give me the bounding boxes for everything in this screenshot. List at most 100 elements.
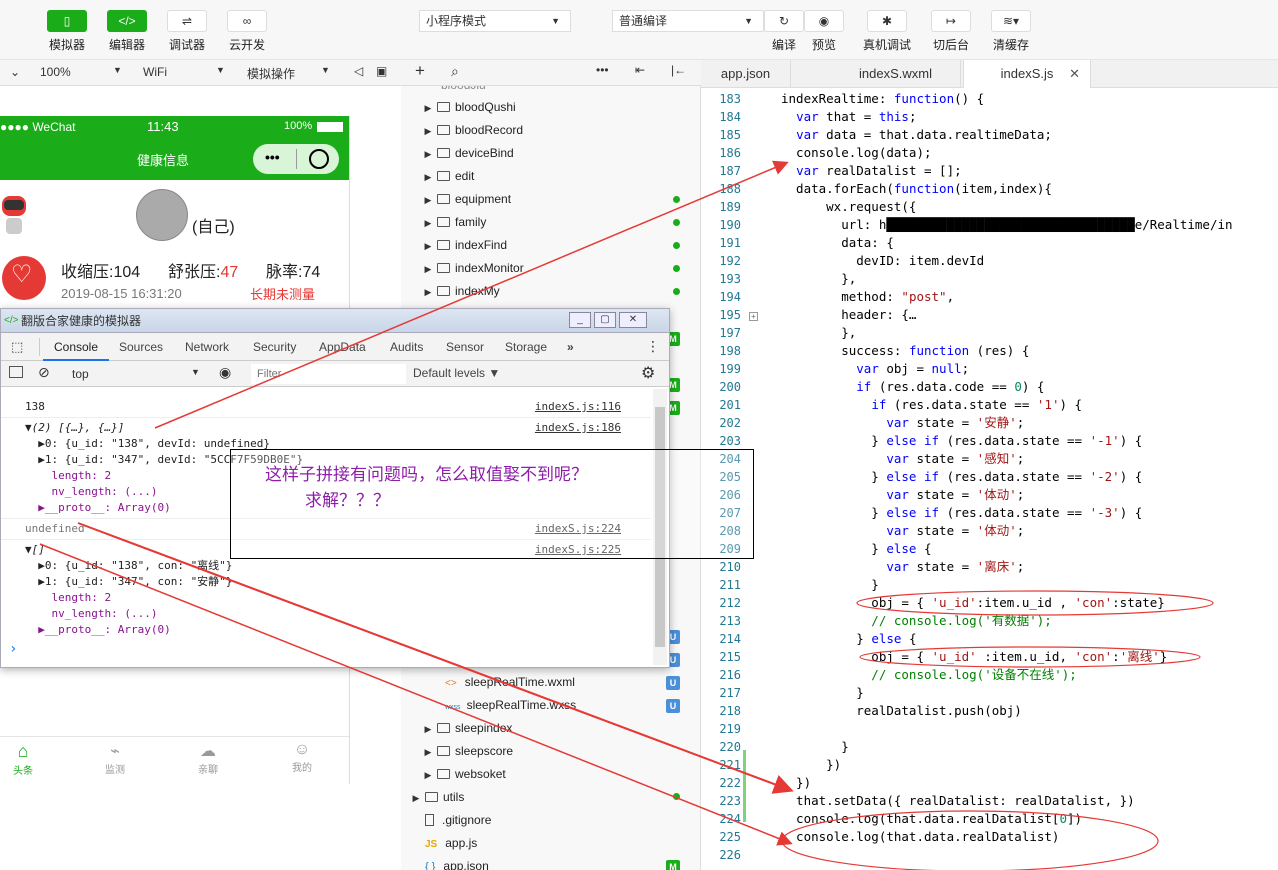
tree-item-folder[interactable]: ▶ equipment — [423, 188, 512, 211]
inspect-icon[interactable]: ⬚ — [11, 339, 23, 355]
tree-item-folder[interactable]: ▶ bloodQushi — [423, 96, 516, 119]
tree-item-folder[interactable]: ▶ sleepindex — [423, 717, 513, 740]
tab-chat[interactable]: ☁ 亲聊 — [193, 741, 223, 776]
split-icon[interactable]: |← — [671, 63, 686, 77]
tab-monitor[interactable]: ⌁ 监测 — [100, 741, 130, 776]
code-editor[interactable]: 183 184 185 186 187 188 189 190 191 192 193 194 195 1… — [701, 88, 1278, 870]
diastolic-value: 舒张压:47 — [168, 258, 238, 282]
console-entry[interactable]: ▶__proto__: Array(0) — [25, 622, 170, 638]
tree-item-folder[interactable]: ▶ websoket — [423, 763, 506, 786]
tab-storage[interactable]: Storage — [505, 333, 547, 361]
tree-item-file[interactable]: JS app.js — [425, 832, 477, 855]
tree-item-folder[interactable]: ▶ bloodRecord — [423, 119, 524, 142]
tab-appdata[interactable]: AppData — [319, 333, 366, 361]
line-number: 202 — [719, 416, 741, 430]
tab-mine[interactable]: ☺ 我的 — [287, 741, 317, 774]
tab-label: Storage — [505, 340, 548, 354]
console-prompt[interactable]: › — [9, 641, 17, 657]
simulator-button[interactable]: ▯ 模拟器 — [37, 10, 97, 53]
folder-icon — [437, 171, 450, 181]
tab-app-json[interactable]: app.json — [701, 60, 791, 88]
compile-select[interactable]: 普通编译 ▼ — [612, 10, 764, 32]
tab-headlines[interactable]: ⌂ 头条 — [8, 741, 38, 777]
background-button[interactable]: ↦ 切后台 — [921, 10, 981, 53]
more-icon[interactable]: ••• — [265, 149, 280, 165]
tree-item-wxml[interactable]: <> sleepRealTime.wxml — [445, 671, 575, 694]
search-icon[interactable]: ⌕ — [451, 63, 459, 80]
console-entry[interactable]: nv_length: (...) — [25, 606, 157, 622]
tab-security[interactable]: Security — [253, 333, 296, 361]
minimize-button[interactable]: _ — [569, 312, 591, 328]
tabs-overflow-button[interactable]: » — [567, 333, 574, 361]
clear-console-icon[interactable]: ⊘ — [38, 364, 50, 381]
capsule-button[interactable]: ••• — [253, 144, 339, 174]
code-line: data: { — [781, 235, 894, 250]
preview-button[interactable]: ◉ 预览 — [794, 10, 854, 53]
tab-console[interactable]: Console — [43, 333, 109, 361]
robot-icon[interactable] — [0, 186, 28, 238]
line-number: 190 — [719, 218, 741, 232]
caret-right-icon: ▶ — [424, 287, 432, 297]
more-icon[interactable]: ••• — [596, 63, 609, 77]
console-source-link[interactable]: indexS.js:186 — [535, 420, 621, 436]
mode-select[interactable]: 小程序模式 ▼ — [419, 10, 571, 32]
js-icon: JS — [425, 839, 438, 850]
gear-icon[interactable]: ⚙ — [641, 363, 655, 383]
editor-button[interactable]: </> 编辑器 — [97, 10, 157, 53]
debugger-button[interactable]: ⇌ 调试器 — [157, 10, 217, 53]
console-entry[interactable]: length: 2 — [25, 590, 111, 606]
volume-icon[interactable]: ◁ — [354, 64, 363, 78]
tree-item-wxss[interactable]: wxss sleepRealTime.wxss — [445, 694, 576, 717]
window-icon[interactable]: ▣ — [376, 64, 387, 78]
line-number: 199 — [719, 362, 741, 376]
tab-audits[interactable]: Audits — [390, 333, 423, 361]
console-filter-input[interactable] — [251, 364, 406, 384]
clear-cache-button[interactable]: ≋▾ 清缓存 — [981, 10, 1041, 53]
line-number: 222 — [719, 776, 741, 790]
console-entry[interactable]: ▼[] — [25, 542, 45, 558]
sidebar-toggle-icon[interactable] — [9, 366, 23, 378]
tree-item-file[interactable]: .gitignore — [425, 809, 491, 832]
plus-icon[interactable]: + — [415, 61, 425, 81]
tab-indexs-js[interactable]: indexS.js ✕ — [963, 60, 1091, 88]
chevron-down-icon[interactable]: ⌄ — [10, 65, 20, 79]
tab-sensor[interactable]: Sensor — [446, 333, 484, 361]
console-entry[interactable]: nv_length: (...) — [25, 484, 157, 500]
fold-icon[interactable]: + — [749, 312, 758, 321]
close-window-button[interactable]: ✕ — [619, 312, 647, 328]
tree-item-folder[interactable]: ▶ utils — [411, 786, 465, 809]
tab-sources[interactable]: Sources — [119, 333, 163, 361]
kebab-menu-icon[interactable]: ⋮ — [646, 338, 660, 355]
tab-network[interactable]: Network — [185, 333, 229, 361]
tree-item-folder[interactable]: ▶ family — [423, 211, 487, 234]
close-icon[interactable]: ✕ — [1069, 60, 1080, 88]
cloud-dev-button[interactable]: ∞ 云开发 — [217, 10, 277, 53]
zoom-select[interactable]: 100% — [40, 65, 71, 79]
tree-item-folder[interactable]: ▶ edit — [423, 165, 475, 188]
tree-item-folder[interactable]: ▶ indexMonitor — [423, 257, 524, 280]
eye-icon[interactable]: ◉ — [219, 364, 231, 381]
network-select[interactable]: WiFi — [143, 65, 167, 79]
console-entry[interactable]: ▶0: {u_id: "138", con: "离线"} — [25, 558, 232, 574]
tree-item-folder[interactable]: ▶ indexFind — [423, 234, 508, 257]
console-entry[interactable]: length: 2 — [25, 468, 111, 484]
maximize-button[interactable]: ▢ — [594, 312, 616, 328]
tree-item-file[interactable]: { } app.json — [425, 855, 489, 870]
console-entry[interactable]: 138 — [25, 399, 45, 415]
console-entry[interactable]: undefined — [25, 521, 85, 537]
context-select[interactable]: top ▼ — [66, 364, 206, 384]
tab-indexs-wxml[interactable]: indexS.wxml — [831, 60, 961, 88]
tree-item-folder[interactable]: ▶ indexMy — [423, 280, 500, 303]
avatar[interactable] — [136, 189, 188, 241]
console-entry[interactable]: ▶__proto__: Array(0) — [25, 500, 170, 516]
tree-item-folder[interactable]: ▶ deviceBind — [423, 142, 514, 165]
remote-debug-button[interactable]: ✱ 真机调试 — [857, 10, 917, 53]
tree-item-folder[interactable]: ▶ sleepscore — [423, 740, 514, 763]
console-entry[interactable]: ▶1: {u_id: "347", con: "安静"} — [25, 574, 232, 590]
console-source-link[interactable]: indexS.js:116 — [535, 399, 621, 415]
sim-action-select[interactable]: 模拟操作 — [247, 65, 295, 82]
close-circle-icon[interactable] — [309, 149, 329, 169]
log-levels-select[interactable]: Default levels ▼ — [413, 366, 500, 380]
console-entry[interactable]: ▼(2) [{…}, {…}] — [25, 420, 124, 436]
collapse-icon[interactable]: ⇤ — [635, 63, 645, 77]
